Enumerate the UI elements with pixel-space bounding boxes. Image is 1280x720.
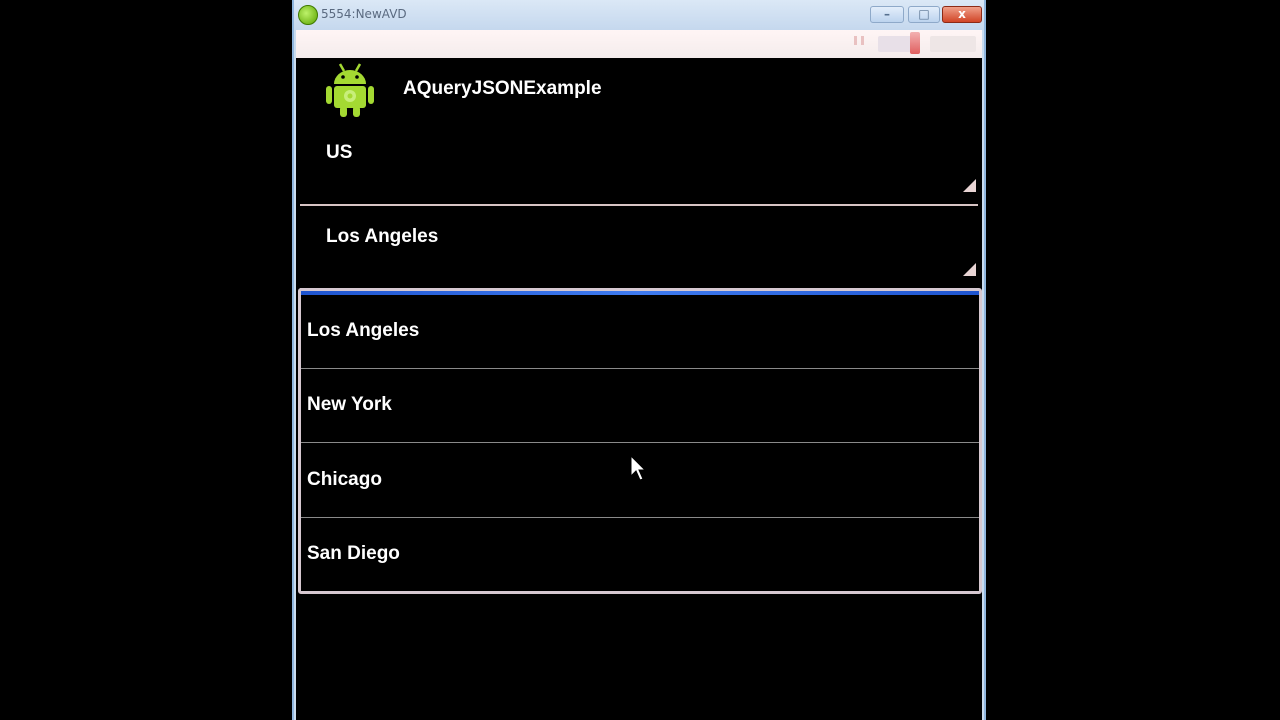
country-spinner[interactable]: US xyxy=(300,122,978,206)
emulator-window: 5554:NewAVD – □ x AQueryJSONExample US L… xyxy=(292,0,986,720)
avd-window-icon xyxy=(298,5,318,25)
network-icon xyxy=(878,36,912,52)
mouse-pointer-icon xyxy=(630,455,646,481)
close-icon: x xyxy=(958,7,966,21)
maximize-button[interactable]: □ xyxy=(908,6,940,23)
list-item-label: Chicago xyxy=(307,469,382,490)
app-title: AQueryJSONExample xyxy=(403,78,602,99)
list-item[interactable]: New York xyxy=(301,369,979,443)
list-item-label: New York xyxy=(307,394,392,415)
signal-icon xyxy=(854,36,864,45)
maximize-icon: □ xyxy=(918,7,930,21)
city-dropdown-list: Los Angeles New York Chicago San Diego xyxy=(298,288,982,594)
app-title-bar: AQueryJSONExample xyxy=(296,58,982,122)
list-item[interactable]: Los Angeles xyxy=(301,295,979,369)
close-button[interactable]: x xyxy=(942,6,982,23)
minimize-button[interactable]: – xyxy=(870,6,904,23)
minimize-icon: – xyxy=(884,7,890,21)
window-titlebar[interactable]: 5554:NewAVD – □ x xyxy=(294,0,984,30)
battery-icon xyxy=(910,32,920,54)
android-icon xyxy=(326,63,374,117)
android-screen: AQueryJSONExample US Los Angeles Los Ang… xyxy=(296,30,982,720)
city-spinner[interactable]: Los Angeles xyxy=(300,206,978,290)
window-title: 5554:NewAVD xyxy=(321,7,407,21)
list-item-label: San Diego xyxy=(307,543,400,564)
list-item[interactable]: San Diego xyxy=(301,518,979,592)
dropdown-arrow-icon xyxy=(963,263,976,276)
status-bar xyxy=(296,30,982,58)
dropdown-arrow-icon xyxy=(963,179,976,192)
country-spinner-value: US xyxy=(326,142,353,163)
list-item-label: Los Angeles xyxy=(307,320,420,341)
city-spinner-value: Los Angeles xyxy=(326,226,439,247)
clock-indicator xyxy=(930,36,976,52)
